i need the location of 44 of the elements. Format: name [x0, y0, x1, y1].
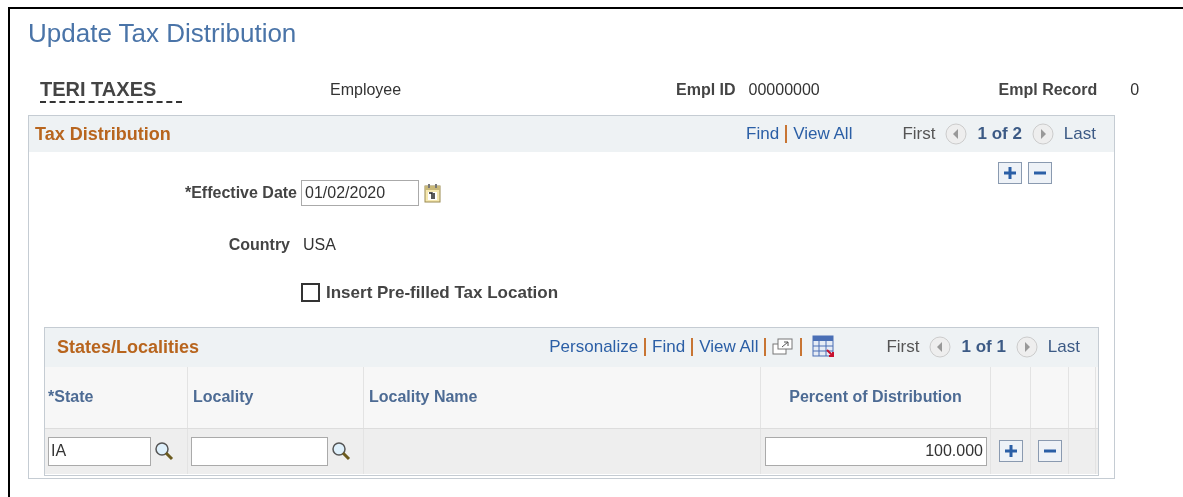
- link[interactable]: Find: [652, 334, 686, 360]
- nav-label: First: [902, 123, 936, 146]
- checkbox[interactable]: [301, 283, 320, 303]
- employee-type: Employee: [330, 80, 403, 100]
- link[interactable]: Personalize: [549, 334, 639, 360]
- empl-record-label: Empl Record: [998, 80, 1098, 100]
- column-header: Locality: [192, 387, 254, 407]
- add-row-button[interactable]: [998, 162, 1022, 184]
- page-title: Update Tax Distribution: [28, 17, 298, 49]
- country-value: USA: [303, 235, 336, 255]
- panel-title: Tax Distribution: [35, 122, 171, 146]
- column-header: *State: [48, 387, 94, 407]
- date-field[interactable]: 01/02/2020: [301, 180, 419, 206]
- column-header: Locality Name: [368, 387, 478, 407]
- column-header: Percent of Distribution: [789, 387, 962, 407]
- search-icon[interactable]: [331, 441, 351, 461]
- empl-id-value: 00000000: [748, 80, 821, 100]
- row-counter: 1 of 1: [961, 336, 1006, 359]
- link[interactable]: View All: [793, 121, 853, 147]
- plus-icon: [1003, 166, 1017, 180]
- grid-title: States/Localities: [57, 335, 200, 359]
- checkbox-label: Insert Pre-filled Tax Location: [326, 282, 559, 304]
- empl-id-label: Empl ID: [676, 80, 736, 100]
- calendar-icon[interactable]: [424, 183, 442, 203]
- field-label: *Effective Date: [183, 183, 297, 203]
- nav-label: Last: [1047, 336, 1080, 359]
- nav-label: First: [886, 336, 920, 359]
- search-icon[interactable]: [154, 441, 174, 461]
- locality-field[interactable]: [191, 436, 328, 466]
- link[interactable]: View All: [699, 334, 759, 360]
- field-label: Country: [227, 235, 290, 255]
- delete-row-button[interactable]: [1037, 440, 1062, 462]
- new-window-icon[interactable]: [772, 338, 795, 356]
- link[interactable]: Find: [746, 121, 780, 147]
- grid-download-icon[interactable]: [812, 335, 837, 359]
- nav-label: Last: [1063, 123, 1096, 146]
- add-row-button[interactable]: [998, 440, 1023, 462]
- employee-name: TERI TAXES: [40, 77, 182, 103]
- empl-record-value: 0: [1130, 80, 1140, 100]
- row-counter: 1 of 2: [977, 123, 1022, 146]
- plus-icon: [1003, 444, 1018, 458]
- delete-row-button[interactable]: [1028, 162, 1052, 184]
- state-field[interactable]: IA: [48, 436, 151, 466]
- percent-field[interactable]: 100.000: [765, 436, 987, 466]
